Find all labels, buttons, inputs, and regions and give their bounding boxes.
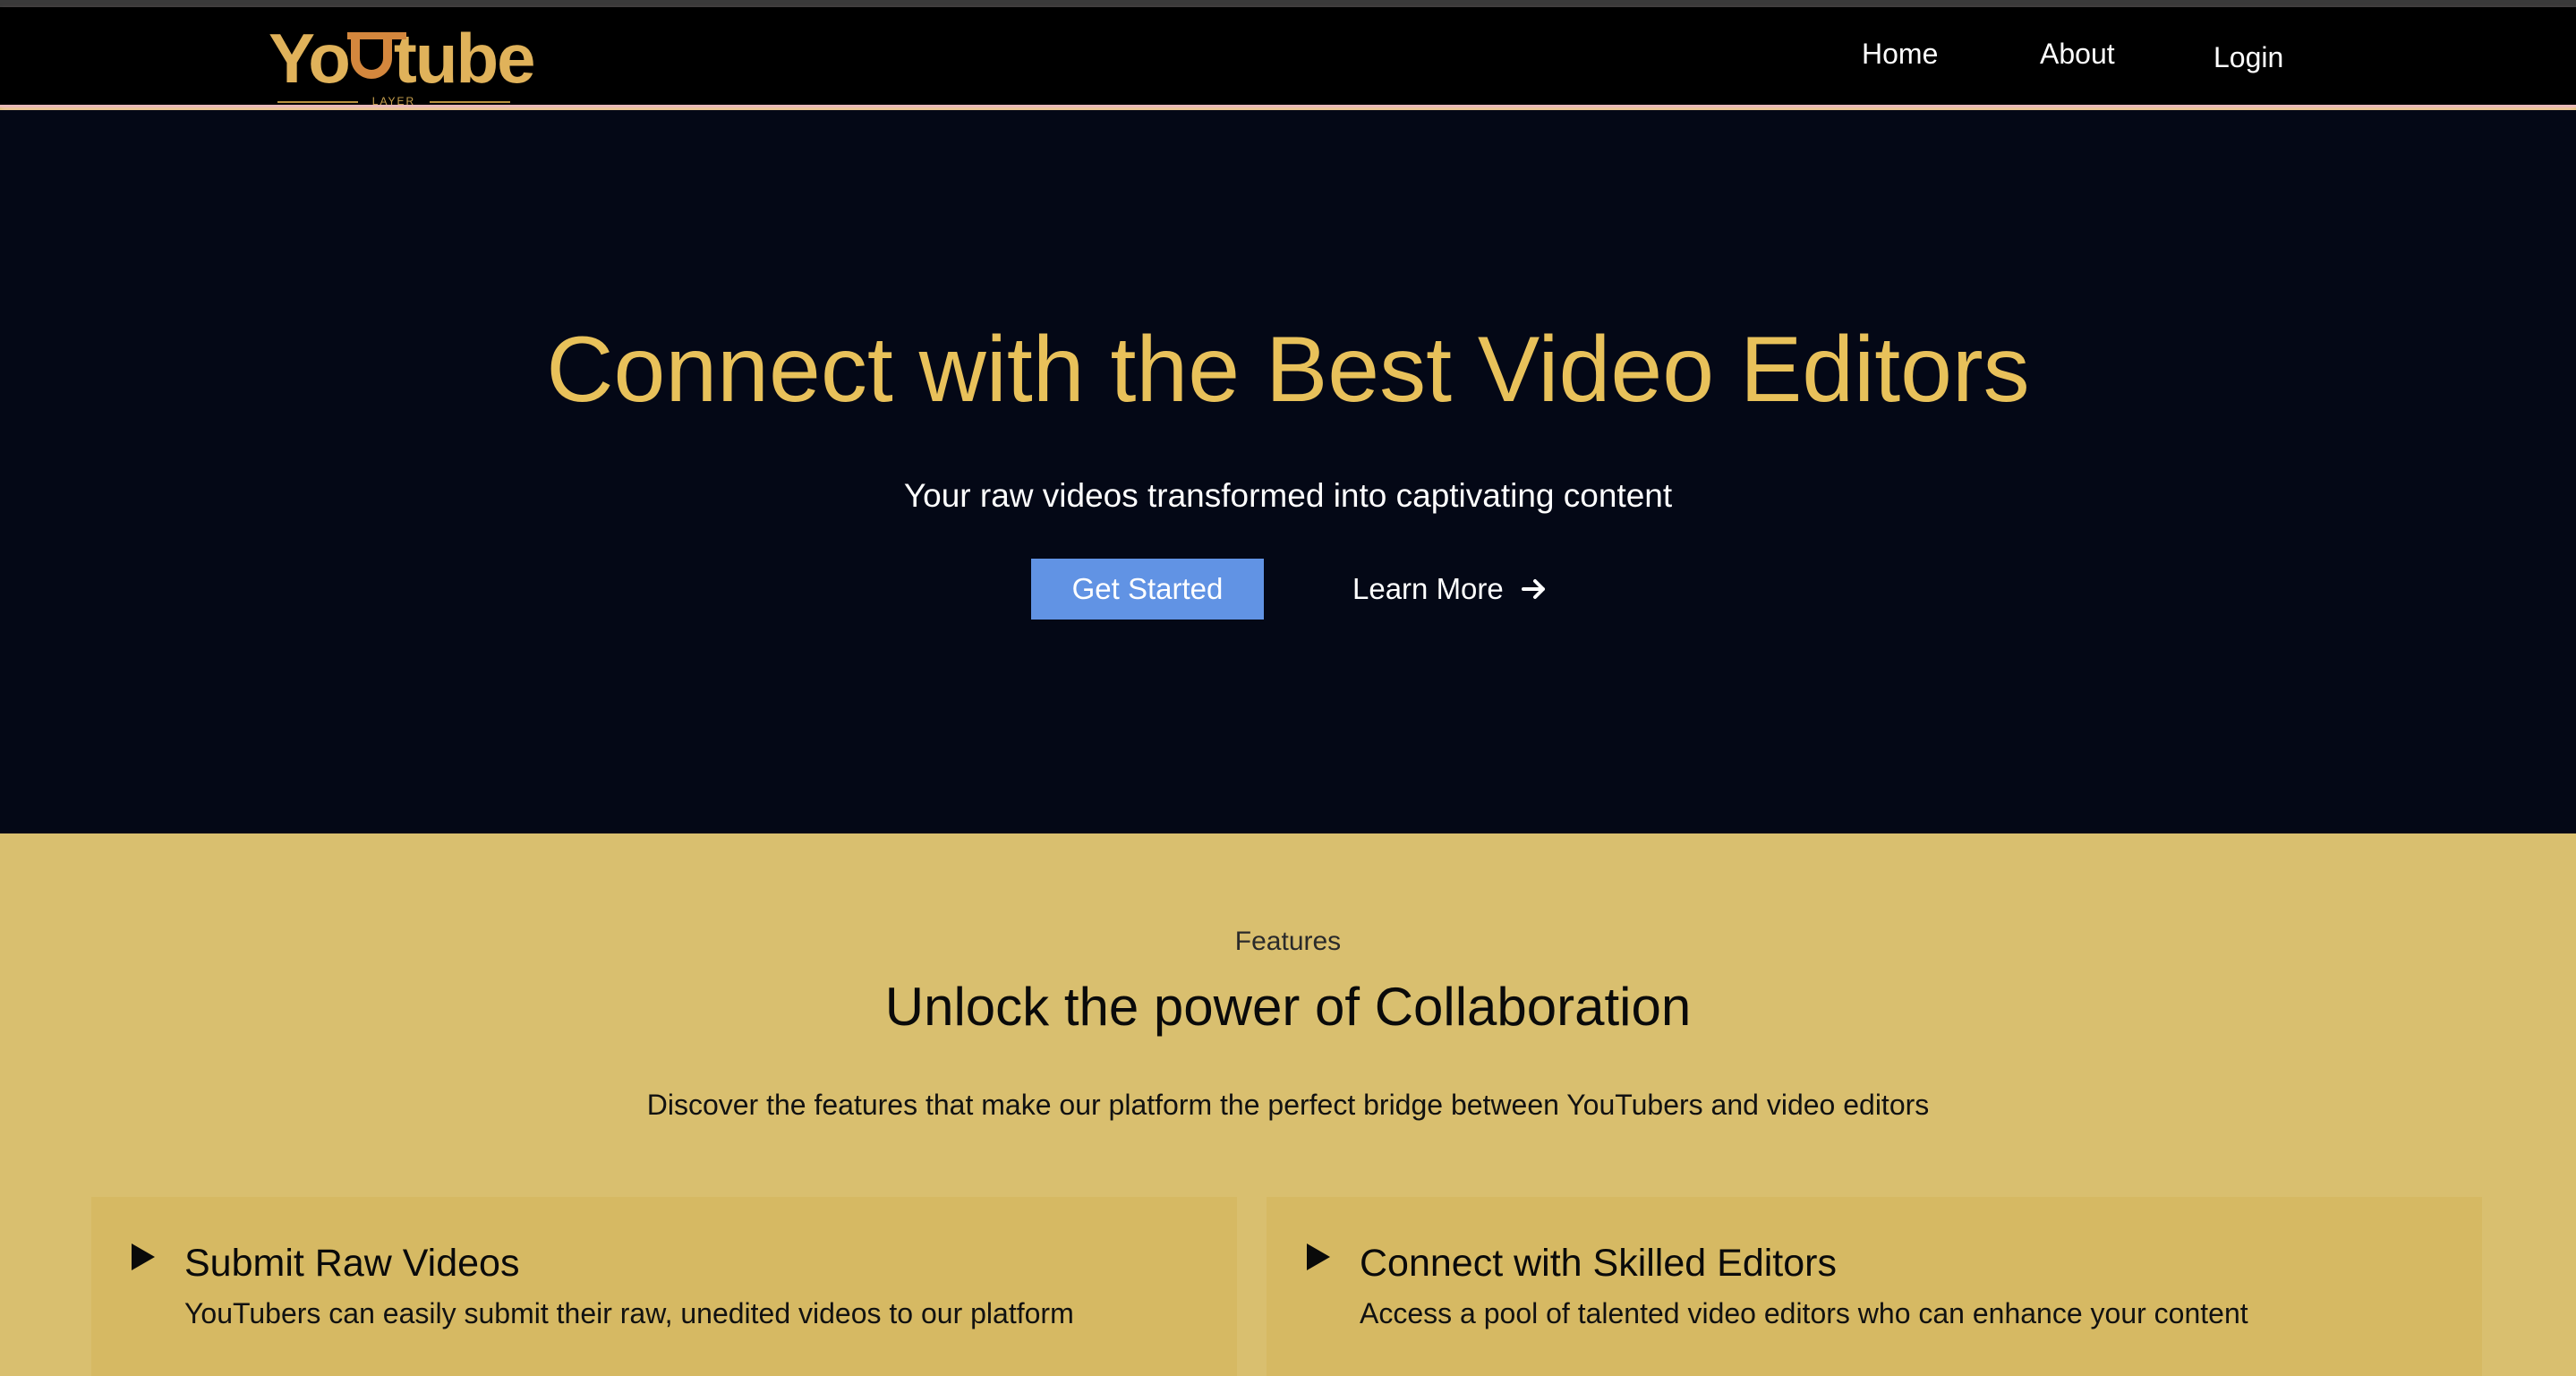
features-section: Features Unlock the power of Collaborati… xyxy=(0,833,2576,1376)
logo-word-right: tube xyxy=(393,19,536,98)
hero-subtitle: Your raw videos transformed into captiva… xyxy=(903,477,1673,514)
cup-icon xyxy=(346,32,406,79)
hero-title: Connect with the Best Video Editors xyxy=(546,318,2030,422)
learn-more-button[interactable]: Learn More xyxy=(1352,567,1548,611)
navbar: Yo tube LAYER Home About Login xyxy=(0,7,2576,107)
arrow-right-icon xyxy=(1521,579,1545,599)
browser-top-strip xyxy=(0,0,2576,7)
features-description: Discover the features that make our plat… xyxy=(646,1089,1930,1121)
feature-card-title: Connect with Skilled Editors xyxy=(1360,1242,1837,1285)
logo-subtitle: LAYER xyxy=(277,95,510,107)
feature-card-text: YouTubers can easily submit their raw, u… xyxy=(184,1297,1074,1329)
nav-login-link[interactable]: Login xyxy=(2213,41,2283,74)
feature-card: Connect with Skilled Editors Access a po… xyxy=(1267,1197,2482,1376)
feature-card-title: Submit Raw Videos xyxy=(184,1242,520,1285)
features-title: Unlock the power of Collaboration xyxy=(884,977,1692,1037)
nav-about-link[interactable]: About xyxy=(2040,38,2115,71)
hero-section: Connect with the Best Video Editors Your… xyxy=(0,110,2576,833)
play-icon xyxy=(132,1244,155,1270)
logo-word-left: Yo xyxy=(269,19,351,98)
logo[interactable]: Yo tube LAYER xyxy=(269,18,536,107)
get-started-button[interactable]: Get Started xyxy=(1031,559,1264,620)
feature-card-text: Access a pool of talented video editors … xyxy=(1360,1297,2248,1329)
play-icon xyxy=(1307,1244,1330,1270)
features-kicker: Features xyxy=(1234,927,1342,956)
nav-home-link[interactable]: Home xyxy=(1862,38,1938,71)
learn-more-label: Learn More xyxy=(1352,572,1504,605)
logo-wordmark: Yo tube xyxy=(269,18,536,98)
feature-card: Submit Raw Videos YouTubers can easily s… xyxy=(91,1197,1237,1376)
